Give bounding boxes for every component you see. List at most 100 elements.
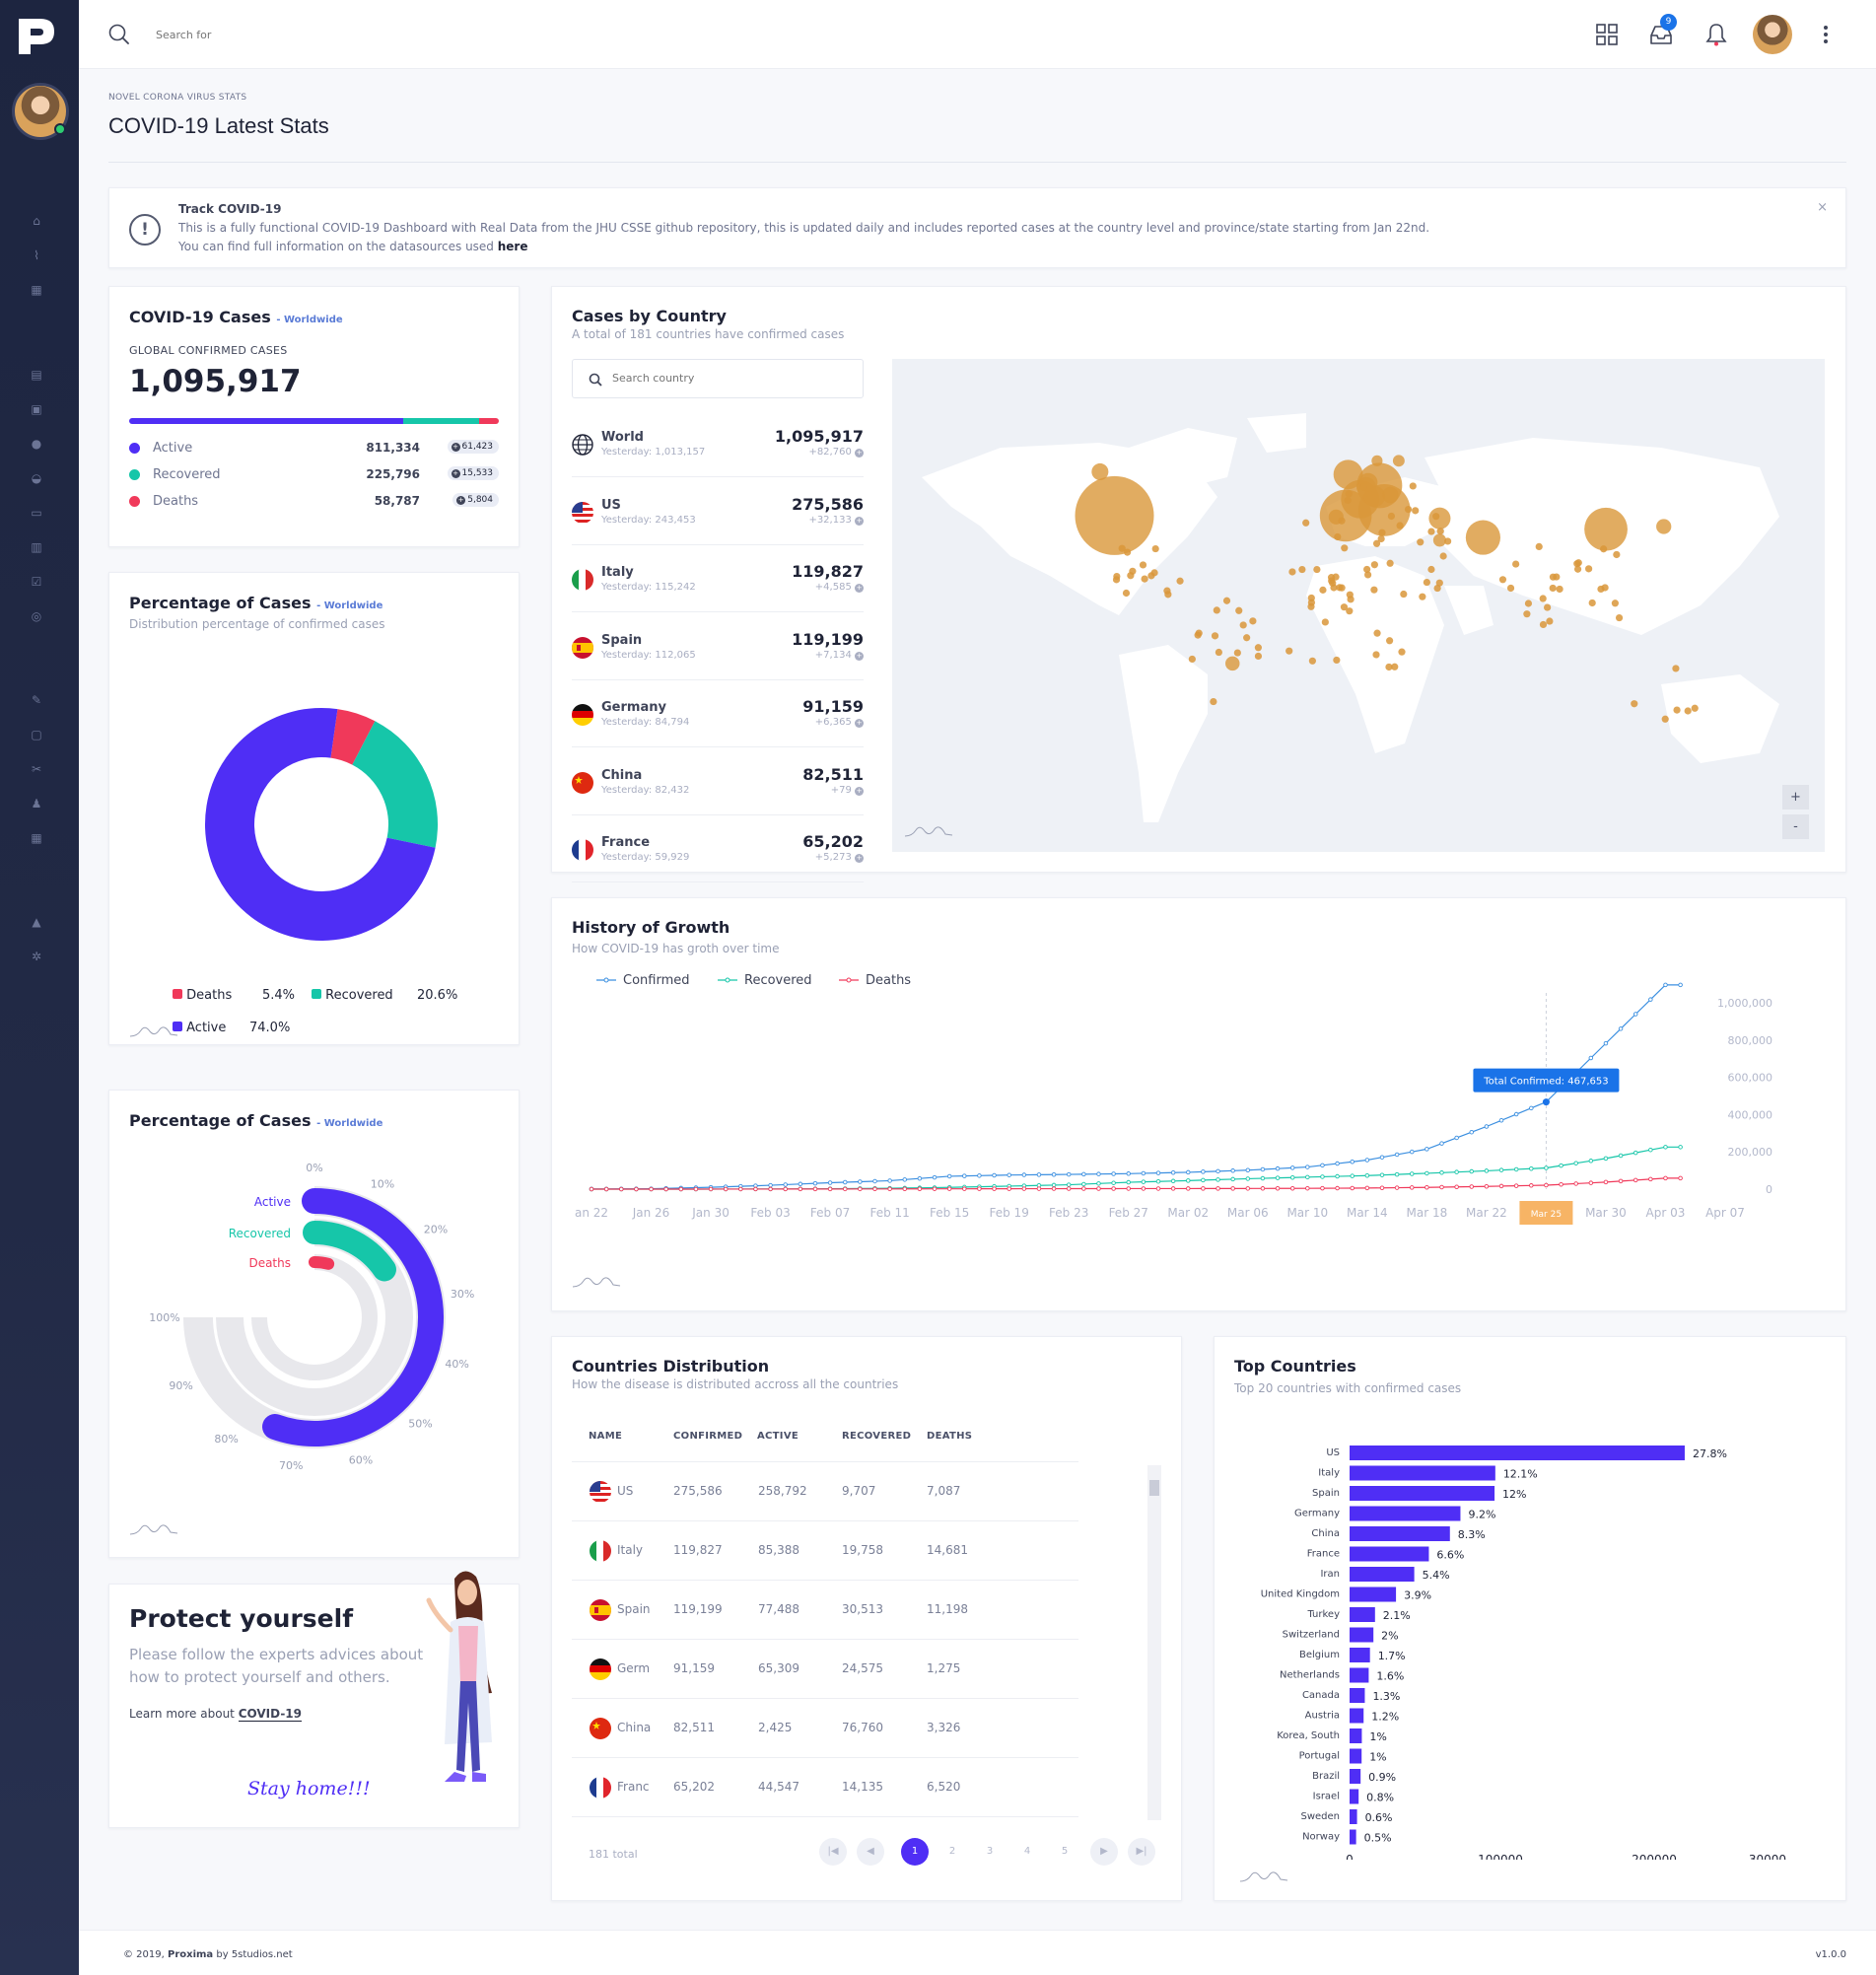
- home-icon[interactable]: ⌂: [30, 214, 43, 228]
- legend-label-recovered[interactable]: Recovered: [744, 973, 812, 988]
- map-bubble[interactable]: [1613, 550, 1621, 559]
- map-bubble[interactable]: [1444, 537, 1452, 545]
- map-bubble[interactable]: [1427, 565, 1435, 574]
- map-bubble[interactable]: [1210, 697, 1217, 706]
- map-bubble[interactable]: [1302, 519, 1310, 527]
- page-button-3[interactable]: 3: [976, 1838, 1004, 1866]
- map-zoom-out-button[interactable]: -: [1782, 814, 1809, 839]
- map-bubble[interactable]: [1439, 552, 1447, 560]
- app-logo[interactable]: [15, 15, 58, 58]
- map-bubble[interactable]: [1364, 571, 1372, 579]
- map-bubble[interactable]: [1254, 644, 1262, 652]
- country-row-germany[interactable]: Germany Yesterday: 84,794 91,159 +6,365 …: [572, 680, 864, 747]
- country-search[interactable]: [572, 359, 864, 398]
- header-active[interactable]: ACTIVE: [757, 1431, 799, 1442]
- briefcase-icon[interactable]: ▥: [30, 540, 43, 554]
- header-deaths[interactable]: DEATHS: [927, 1431, 972, 1442]
- last-page-icon[interactable]: ▶|: [1128, 1838, 1155, 1866]
- map-bubble[interactable]: [1419, 593, 1426, 600]
- document-icon[interactable]: ▤: [30, 368, 43, 382]
- bar-china[interactable]: [1350, 1526, 1450, 1541]
- table-row[interactable]: Italy 119,827 85,388 19,758 14,681: [572, 1521, 1078, 1581]
- bar-sweden[interactable]: [1350, 1809, 1357, 1824]
- map-bubble[interactable]: [1661, 715, 1669, 723]
- map-bubble[interactable]: [1176, 577, 1184, 585]
- map-bubble[interactable]: [1118, 544, 1126, 552]
- map-bubble[interactable]: [1338, 517, 1346, 525]
- map-bubble[interactable]: [1417, 538, 1424, 546]
- bar-us[interactable]: [1350, 1446, 1685, 1460]
- map-bubble[interactable]: [1573, 560, 1581, 568]
- map-zoom-in-button[interactable]: +: [1782, 785, 1809, 810]
- header-recovered[interactable]: RECOVERED: [842, 1431, 911, 1442]
- map-bubble[interactable]: [1254, 652, 1263, 661]
- table-icon[interactable]: ▦: [30, 283, 43, 297]
- map-bubble[interactable]: [1373, 629, 1381, 637]
- bar-brazil[interactable]: [1350, 1769, 1361, 1784]
- page-button-2[interactable]: 2: [938, 1838, 966, 1866]
- map-bubble[interactable]: [1556, 585, 1563, 594]
- map-bubble[interactable]: [1371, 455, 1383, 466]
- map-bubble[interactable]: [1691, 704, 1699, 712]
- map-bubble[interactable]: [1546, 617, 1554, 625]
- map-bubble[interactable]: [1553, 573, 1561, 581]
- map-bubble[interactable]: [1370, 561, 1378, 569]
- map-bubble[interactable]: [1346, 591, 1354, 599]
- map-bubble[interactable]: [1498, 576, 1507, 584]
- users-icon[interactable]: ●: [30, 437, 43, 451]
- header-confirmed[interactable]: CONFIRMED: [673, 1431, 742, 1442]
- map-bubble[interactable]: [1344, 496, 1352, 505]
- edit-icon[interactable]: ✎: [30, 693, 43, 707]
- map-bubble[interactable]: [1396, 522, 1404, 529]
- form-icon[interactable]: ▢: [30, 728, 43, 741]
- map-bubble[interactable]: [1239, 621, 1247, 629]
- map-bubble[interactable]: [1412, 507, 1420, 515]
- checkbox-icon[interactable]: ☑: [30, 575, 43, 589]
- bar-united-kingdom[interactable]: [1350, 1587, 1397, 1602]
- map-bubble[interactable]: [1113, 572, 1121, 581]
- table-row[interactable]: US 275,586 258,792 9,707 7,087: [572, 1462, 1078, 1521]
- global-search-input[interactable]: [156, 25, 452, 44]
- map-bubble[interactable]: [1584, 507, 1628, 551]
- map-bubble[interactable]: [1435, 579, 1443, 587]
- map-bubble[interactable]: [1631, 700, 1638, 708]
- map-bubble[interactable]: [1436, 528, 1444, 535]
- legend-deaths[interactable]: Deaths: [173, 988, 232, 1003]
- table-row[interactable]: Germ 91,159 65,309 24,575 1,275: [572, 1640, 1078, 1699]
- map-bubble[interactable]: [1506, 584, 1515, 593]
- map-bubble[interactable]: [1141, 575, 1148, 583]
- card-icon[interactable]: ▭: [30, 506, 43, 520]
- close-icon[interactable]: ×: [1817, 200, 1828, 215]
- bar-switzerland[interactable]: [1350, 1627, 1374, 1643]
- map-bubble[interactable]: [1188, 655, 1196, 664]
- map-bubble[interactable]: [1215, 648, 1222, 657]
- map-bubble[interactable]: [1233, 649, 1241, 657]
- bar-canada[interactable]: [1350, 1688, 1365, 1703]
- alert-link[interactable]: here: [498, 240, 528, 253]
- messages-button[interactable]: 9: [1648, 14, 1677, 47]
- bar-germany[interactable]: [1350, 1506, 1461, 1521]
- map-bubble[interactable]: [1409, 482, 1417, 490]
- map-bubble[interactable]: [1211, 632, 1219, 640]
- first-page-icon[interactable]: |◀: [819, 1838, 847, 1866]
- map-bubble[interactable]: [1684, 707, 1692, 715]
- map-bubble[interactable]: [1656, 519, 1672, 534]
- bar-austria[interactable]: [1350, 1708, 1364, 1724]
- map-bubble[interactable]: [1336, 584, 1344, 592]
- map-bubble[interactable]: [1213, 606, 1220, 614]
- map-bubble[interactable]: [1163, 587, 1171, 595]
- map-bubble[interactable]: [1600, 545, 1608, 553]
- map-bubble[interactable]: [1334, 532, 1342, 541]
- radial-bar-deaths[interactable]: [309, 1256, 335, 1270]
- map-bubble[interactable]: [1346, 607, 1354, 615]
- map-bubble[interactable]: [1391, 663, 1399, 670]
- map-bubble[interactable]: [1372, 651, 1380, 659]
- notification-bell-icon[interactable]: [1703, 22, 1729, 47]
- search-icon[interactable]: [108, 24, 130, 45]
- map-bubble[interactable]: [1243, 634, 1251, 642]
- map-bubble[interactable]: [1091, 462, 1109, 480]
- country-row-china[interactable]: China Yesterday: 82,432 82,511 +79 +: [572, 748, 864, 815]
- map-bubble[interactable]: [1313, 565, 1321, 574]
- country-row-world[interactable]: World Yesterday: 1,013,157 1,095,917 +82…: [572, 410, 864, 477]
- map-bubble[interactable]: [1122, 589, 1131, 598]
